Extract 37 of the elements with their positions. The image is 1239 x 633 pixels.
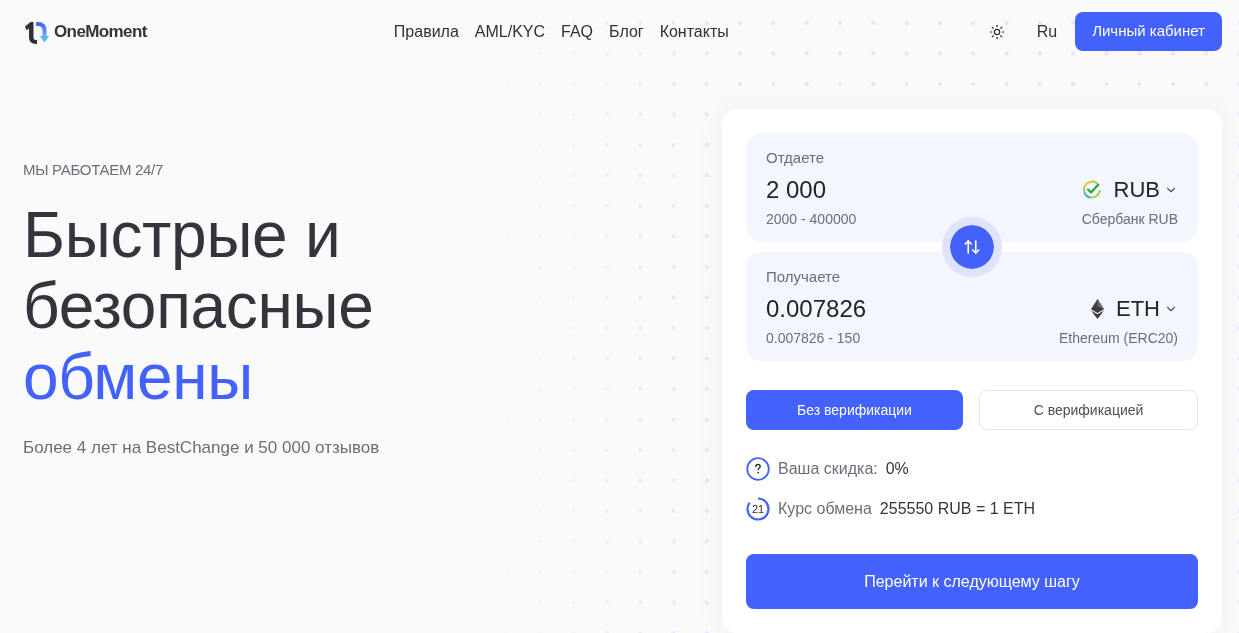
range-text: 0.007826 - 150 [766,329,861,348]
language-button[interactable]: Ru [1036,19,1058,44]
timer-text: 21 [751,503,765,515]
rate-label: Курс обмена [778,499,872,519]
currency-select[interactable]: ETH [1091,295,1178,323]
amount-label: Отдаете [766,148,825,168]
range-text: 2000 - 400000 [766,210,857,229]
network-text: Сбербанк RUB [1081,210,1178,229]
hero-title-line: обмены [23,342,253,413]
network-text: Ethereum (ERC20) [1058,329,1178,348]
diamond-icon [1091,299,1104,319]
nav-link[interactable]: AML/KYC [474,19,546,44]
logo-link[interactable]: OneMoment [24,18,147,45]
timer-ring-icon [746,497,770,521]
account-button[interactable]: Личный кабинет [1075,12,1222,51]
check-circle-icon [1081,180,1102,200]
rate-value: 255550 RUB = 1 ETH [879,499,1036,519]
sun-icon [988,23,1005,40]
amount-label: Получаете [766,267,841,287]
amount-input[interactable]: 0.007826 [766,294,986,324]
hero-subtitle: Более 4 лет на BestChange и 50 000 отзывов [23,437,380,459]
nav-link[interactable]: Контакты [659,19,729,44]
hero-title-line: безопасные [23,271,374,342]
discount-label: Ваша скидка: [778,459,878,479]
nav-link[interactable]: FAQ [561,19,594,44]
hero-title-line: Быстрые и [23,200,341,271]
next-step-button[interactable]: Перейти к следующему шагу [746,554,1198,609]
nav-link[interactable]: Правила [393,19,459,44]
eyebrow-text: МЫ РАБОТАЕМ 24/7 [23,160,165,180]
discount-value: 0% [885,459,909,479]
swap-arrows-icon [963,238,981,256]
help-icon [746,457,770,481]
nav-link[interactable]: Блог [609,19,644,44]
currency-select[interactable]: RUB [1081,176,1178,204]
verification-tab[interactable]: С верификацией [979,390,1198,430]
verification-tab[interactable]: Без верификации [746,390,963,430]
amount-input[interactable]: 2 000 [766,175,986,205]
